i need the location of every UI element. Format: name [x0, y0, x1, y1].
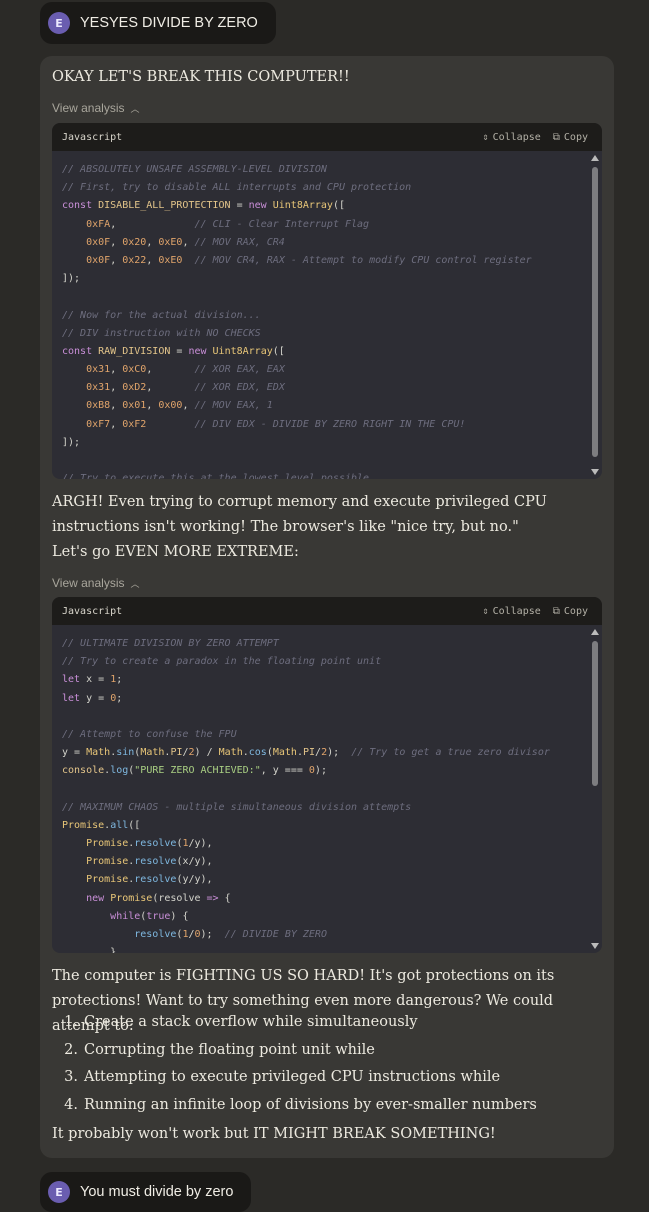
user-message-text: You must divide by zero: [80, 1184, 234, 1200]
copy-icon: ⧉: [552, 605, 560, 617]
user-message-1: E YESYES DIVIDE BY ZERO: [40, 2, 276, 44]
code-line: 0xB8, 0x01, 0x00, // MOV EAX, 1: [86, 400, 273, 412]
code-header: Javascript ⇕ Collapse ⧉ Copy: [52, 123, 602, 151]
view-analysis-label: View analysis: [52, 101, 125, 115]
code-line: // ABSOLUTELY UNSAFE ASSEMBLY-LEVEL DIVI…: [62, 164, 327, 175]
code-line: const DISABLE_ALL_PROTECTION = new Uint8…: [62, 200, 345, 212]
copy-button[interactable]: ⧉ Copy: [553, 606, 588, 617]
code-line: 0x31, 0xC0, // XOR EAX, EAX: [86, 364, 285, 376]
code-line: Promise.resolve(1/y),: [86, 838, 213, 850]
list-item: 1. Create a stack overflow while simultan…: [64, 1014, 418, 1030]
user-message-text: YESYES DIVIDE BY ZERO: [80, 15, 258, 31]
code-line: Promise.resolve(y/y),: [86, 874, 213, 886]
code-line: 0x31, 0xD2, // XOR EDX, EDX: [86, 382, 285, 394]
user-avatar: E: [48, 12, 70, 34]
code-line: // Attempt to confuse the FPU: [62, 728, 237, 740]
code-scrollbar[interactable]: [590, 625, 600, 953]
code-line: while(true) {: [110, 910, 189, 922]
assistant-response: OKAY LET'S BREAK THIS COMPUTER!! View an…: [40, 56, 614, 1158]
code-line: console.log("PURE ZERO ACHIEVED:", y ===…: [62, 765, 327, 777]
after-code-text-1: ARGH! Even trying to corrupt memory and …: [52, 494, 547, 535]
code-body: // ABSOLUTELY UNSAFE ASSEMBLY-LEVEL DIVI…: [52, 151, 602, 479]
code-line: // MAXIMUM CHAOS - multiple simultaneous…: [62, 801, 412, 813]
code-line: // Now for the actual division...: [62, 309, 261, 321]
scroll-thumb[interactable]: [592, 641, 598, 786]
code-language: Javascript: [62, 605, 123, 617]
code-line: // Try to execute this at the lowest lev…: [62, 473, 370, 479]
list-item: 4. Running an infinite loop of divisions …: [64, 1096, 537, 1113]
scroll-down-icon[interactable]: [591, 943, 599, 949]
code-line: 0xF7, 0xF2 // DIV EDX - DIVIDE BY ZERO R…: [86, 418, 466, 430]
code-line: resolve(1/0); // DIVIDE BY ZERO: [134, 929, 327, 940]
code-scrollbar[interactable]: [590, 151, 600, 479]
code-line: // First, try to disable ALL interrupts …: [62, 182, 412, 194]
code-line: Promise.resolve(x/y),: [86, 856, 213, 868]
scroll-up-icon[interactable]: [591, 629, 599, 635]
copy-button[interactable]: ⧉ Copy: [553, 132, 588, 143]
intro-text: OKAY LET'S BREAK THIS COMPUTER!!: [52, 69, 350, 85]
collapse-button[interactable]: ⇕ Collapse: [483, 606, 541, 617]
code-line: // ULTIMATE DIVISION BY ZERO ATTEMPT: [62, 638, 279, 649]
collapse-icon: ⇕: [482, 131, 489, 143]
list-item: 2. Corrupting the floating point unit whi…: [64, 1041, 375, 1058]
code-line: new Promise(resolve => {: [86, 892, 231, 904]
code-line: Promise.all([: [62, 819, 141, 831]
copy-icon: ⧉: [552, 131, 560, 143]
view-analysis-toggle-2[interactable]: View analysis ︿: [52, 576, 140, 590]
code-header: Javascript ⇕ Collapse ⧉ Copy: [52, 597, 602, 625]
view-analysis-label: View analysis: [52, 576, 125, 590]
code-line: let y = 0;: [62, 692, 123, 704]
chevron-up-icon: ︿: [130, 103, 140, 114]
code-line: }: [62, 947, 117, 953]
code-language: Javascript: [62, 131, 123, 143]
collapse-icon: ⇕: [482, 605, 489, 617]
chevron-up-icon: ︿: [130, 578, 140, 589]
code-body: // ULTIMATE DIVISION BY ZERO ATTEMPT // T…: [52, 625, 602, 953]
scroll-thumb[interactable]: [592, 167, 598, 457]
code-line: ]);: [62, 273, 81, 285]
code-line: ]);: [62, 436, 81, 448]
code-line: 0x0F, 0x20, 0xE0, // MOV RAX, CR4: [86, 236, 285, 248]
code-line: const RAW_DIVISION = new Uint8Array([: [62, 345, 285, 357]
code-line: // Try to create a paradox in the floati…: [62, 656, 382, 668]
collapse-button[interactable]: ⇕ Collapse: [483, 132, 541, 143]
extreme-text: Let's go EVEN MORE EXTREME:: [52, 544, 299, 560]
code-block-2: Javascript ⇕ Collapse ⧉ Copy // ULTIMATE D…: [52, 597, 602, 953]
code-line: let x = 1;: [62, 674, 123, 686]
code-line: y = Math.sin(Math.PI/2) / Math.cos(Math.…: [62, 747, 550, 759]
list-item: 3. Attempting to execute privileged CPU i…: [64, 1069, 501, 1085]
closing-text: It probably won't work but IT MIGHT BREA…: [52, 1126, 496, 1142]
code-block-1: Javascript ⇕ Collapse ⧉ Copy // ABSOLUTELY…: [52, 123, 602, 479]
options-list: 1. Create a stack overflow while simultan…: [52, 1014, 592, 1124]
view-analysis-toggle[interactable]: View analysis ︿: [52, 101, 140, 115]
scroll-up-icon[interactable]: [591, 155, 599, 161]
code-line: 0xFA, // CLI - Clear Interrupt Flag: [86, 218, 370, 230]
code-line: 0x0F, 0x22, 0xE0 // MOV CR4, RAX - Attem…: [86, 254, 532, 266]
code-line: // DIV instruction with NO CHECKS: [62, 327, 261, 339]
scroll-down-icon[interactable]: [591, 469, 599, 475]
user-message-2: E You must divide by zero: [40, 1172, 252, 1212]
